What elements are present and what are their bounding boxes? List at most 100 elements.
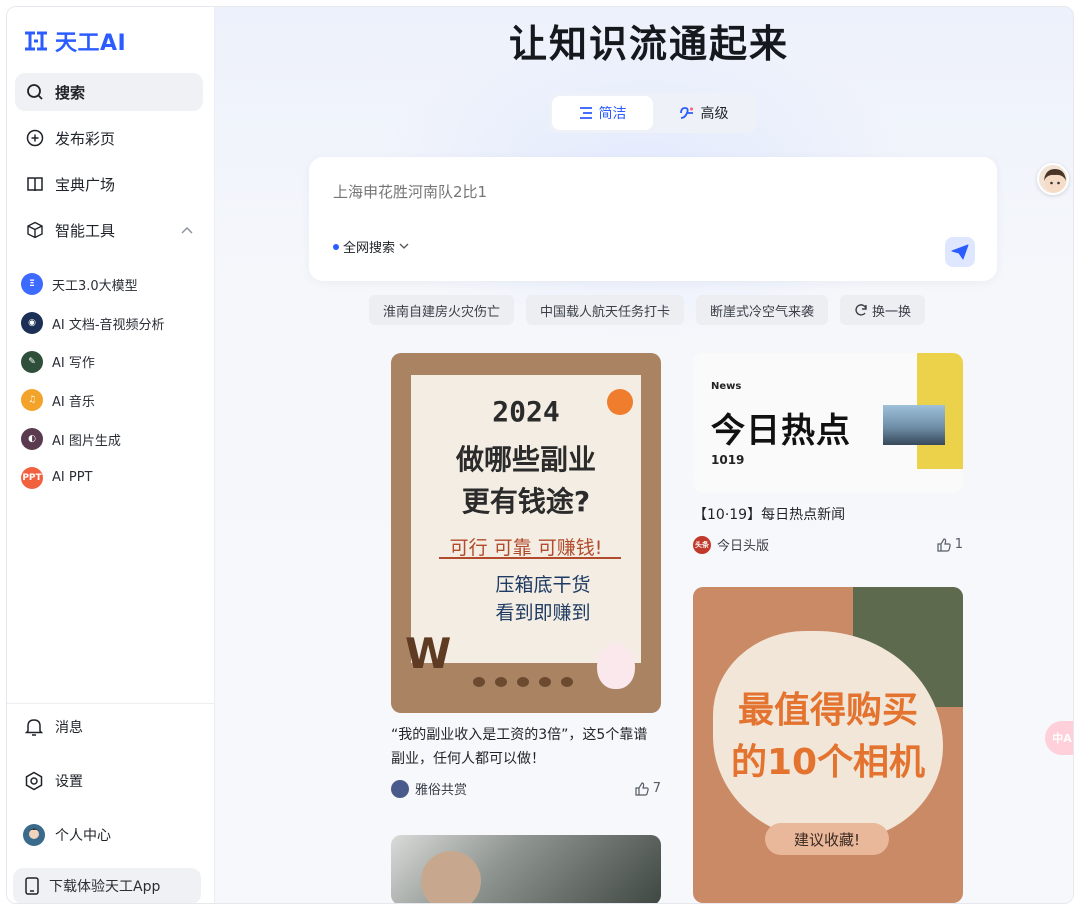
- cube-icon: [25, 220, 45, 240]
- bell-icon: [23, 716, 45, 738]
- image-gen-icon: ◐: [21, 428, 43, 451]
- search-scope-dropdown[interactable]: 全网搜索: [333, 237, 409, 256]
- sidebar-item-label: 发布彩页: [55, 129, 116, 148]
- mode-tab-advanced[interactable]: 高级: [653, 96, 754, 130]
- card-cover-image: 2024 做哪些副业 更有钱途? 可行 可靠 可赚钱! 压箱底干货 看到即赚到 …: [391, 353, 661, 713]
- cover-year: 2024: [492, 395, 560, 428]
- send-icon: [951, 244, 969, 260]
- send-button[interactable]: [945, 237, 975, 267]
- like-count: 1: [954, 537, 963, 552]
- tiangong-logo-icon: [25, 31, 47, 51]
- card-source[interactable]: 雅俗共赏: [415, 779, 467, 798]
- paw-icon: [495, 677, 507, 687]
- cover-line: 的10个相机: [730, 742, 926, 783]
- feed-card[interactable]: 2024 做哪些副业 更有钱途? 可行 可靠 可赚钱! 压箱底干货 看到即赚到 …: [391, 353, 661, 798]
- cover-news-label: News: [711, 381, 742, 392]
- card-cover-image: News 今日热点 1019: [693, 353, 963, 493]
- sidebar-item-publish[interactable]: 发布彩页: [15, 119, 203, 157]
- sidebar: 天工AI 搜索 发布彩页 宝典广场 智能工具 Ξ 天工3.0大模型 ◉ AI 文…: [7, 7, 215, 903]
- sidebar-item-settings[interactable]: 设置: [23, 770, 83, 792]
- like-button[interactable]: 1: [937, 537, 963, 552]
- logo[interactable]: 天工AI: [23, 25, 126, 57]
- app-window: 天工AI 搜索 发布彩页 宝典广场 智能工具 Ξ 天工3.0大模型 ◉ AI 文…: [6, 6, 1074, 904]
- thumbs-up-icon: [937, 537, 951, 552]
- tool-item-writing[interactable]: ✎ AI 写作: [21, 342, 207, 381]
- cover-slogan: 可行 可靠 可赚钱!: [449, 537, 603, 559]
- like-button[interactable]: 7: [635, 781, 661, 796]
- writing-icon: ✎: [21, 350, 43, 373]
- paw-icon: [539, 677, 551, 687]
- cover-pill: 建议收藏!: [765, 823, 889, 855]
- cover-headline: 今日热点: [711, 411, 851, 451]
- book-icon: [25, 174, 45, 194]
- sidebar-item-messages[interactable]: 消息: [23, 716, 83, 738]
- search-icon: [25, 82, 45, 102]
- tiangong-model-icon: Ξ: [21, 273, 43, 296]
- refresh-label: 换一换: [872, 304, 912, 320]
- tool-item-tiangong-model[interactable]: Ξ 天工3.0大模型: [21, 265, 207, 304]
- tools-list: Ξ 天工3.0大模型 ◉ AI 文档-音视频分析 ✎ AI 写作 ♫ AI 音乐…: [21, 265, 207, 497]
- cover-underline: [439, 557, 621, 559]
- ppt-icon: PPT: [21, 466, 43, 489]
- feed-card[interactable]: News 今日热点 1019 【10·19】每日热点新闻 头条 今日头版 1: [693, 353, 963, 554]
- thumbs-up-icon: [635, 781, 649, 796]
- refresh-button[interactable]: 换一换: [840, 295, 926, 325]
- like-count: 7: [652, 781, 661, 796]
- tool-label: AI 图片生成: [52, 433, 121, 449]
- cover-headline: 最值得购买 的10个相机: [693, 685, 963, 789]
- sidebar-item-label: 宝典广场: [55, 175, 116, 194]
- card-source[interactable]: 今日头版: [717, 535, 769, 554]
- tool-label: AI PPT: [52, 470, 93, 486]
- card-title[interactable]: “我的副业收入是工资的3倍”，这5个靠谱副业，任何人都可以做！: [391, 723, 661, 771]
- city-photo: [883, 405, 945, 445]
- card-meta: 头条 今日头版 1: [693, 535, 963, 554]
- mode-label: 简洁: [598, 106, 627, 122]
- feed-card[interactable]: 最值得购买 的10个相机 建议收藏!: [693, 587, 963, 903]
- card-cover-image: [391, 835, 661, 903]
- phone-icon: [25, 877, 39, 895]
- mode-tab-simple[interactable]: 简洁: [552, 96, 653, 130]
- tool-item-music[interactable]: ♫ AI 音乐: [21, 381, 207, 420]
- sidebar-item-profile[interactable]: 个人中心: [23, 824, 111, 846]
- cover-line: 做哪些副业: [455, 443, 596, 476]
- sidebar-bottom-divider: [7, 703, 214, 704]
- hot-topic-chip[interactable]: 断崖式冷空气来袭: [696, 295, 829, 325]
- chevron-up-icon[interactable]: [181, 223, 193, 237]
- card-title[interactable]: 【10·19】每日热点新闻: [693, 503, 963, 527]
- tool-label: AI 音乐: [52, 394, 95, 410]
- sidebar-nav: 搜索 发布彩页 宝典广场 智能工具: [15, 73, 203, 257]
- sidebar-item-treasury[interactable]: 宝典广场: [15, 165, 203, 203]
- sidebar-item-search[interactable]: 搜索: [15, 73, 203, 111]
- download-label: 下载体验天工App: [49, 879, 161, 895]
- source-avatar: [391, 779, 409, 798]
- avatar: [23, 824, 45, 846]
- feed-card[interactable]: [391, 835, 661, 903]
- tool-label: 天工3.0大模型: [52, 278, 138, 294]
- mode-label: 高级: [700, 106, 729, 122]
- sidebar-item-label: 智能工具: [55, 221, 116, 240]
- bunny-illustration: [597, 643, 635, 689]
- advanced-icon: [679, 106, 695, 120]
- assistant-avatar[interactable]: [1037, 163, 1069, 195]
- cover-sub-line: 看到即赚到: [495, 602, 591, 624]
- tool-item-ppt[interactable]: PPT AI PPT: [21, 458, 207, 497]
- scope-dot-icon: [333, 243, 339, 250]
- list-icon: [579, 107, 593, 119]
- hot-topic-chip[interactable]: 淮南自建房火灾伤亡: [369, 295, 515, 325]
- translate-float-button[interactable]: 中A: [1045, 721, 1073, 755]
- refresh-icon: [854, 303, 868, 317]
- search-box: 全网搜索: [309, 157, 997, 281]
- cover-sub: 压箱底干货 看到即赚到: [453, 571, 633, 627]
- profile-label: 个人中心: [55, 828, 111, 844]
- plus-circle-icon: [25, 128, 45, 148]
- search-input[interactable]: [333, 183, 893, 201]
- cover-line: 更有钱途?: [461, 485, 591, 518]
- tool-item-doc-analysis[interactable]: ◉ AI 文档-音视频分析: [21, 304, 207, 343]
- tool-item-image-gen[interactable]: ◐ AI 图片生成: [21, 420, 207, 459]
- sidebar-item-smart-tools[interactable]: 智能工具: [15, 211, 203, 249]
- person-photo: [421, 851, 481, 903]
- hot-topic-chip[interactable]: 中国载人航天任务打卡: [526, 295, 685, 325]
- settings-icon: [23, 770, 45, 792]
- card-meta: 雅俗共赏 7: [391, 779, 661, 798]
- download-app-button[interactable]: 下载体验天工App: [13, 868, 201, 903]
